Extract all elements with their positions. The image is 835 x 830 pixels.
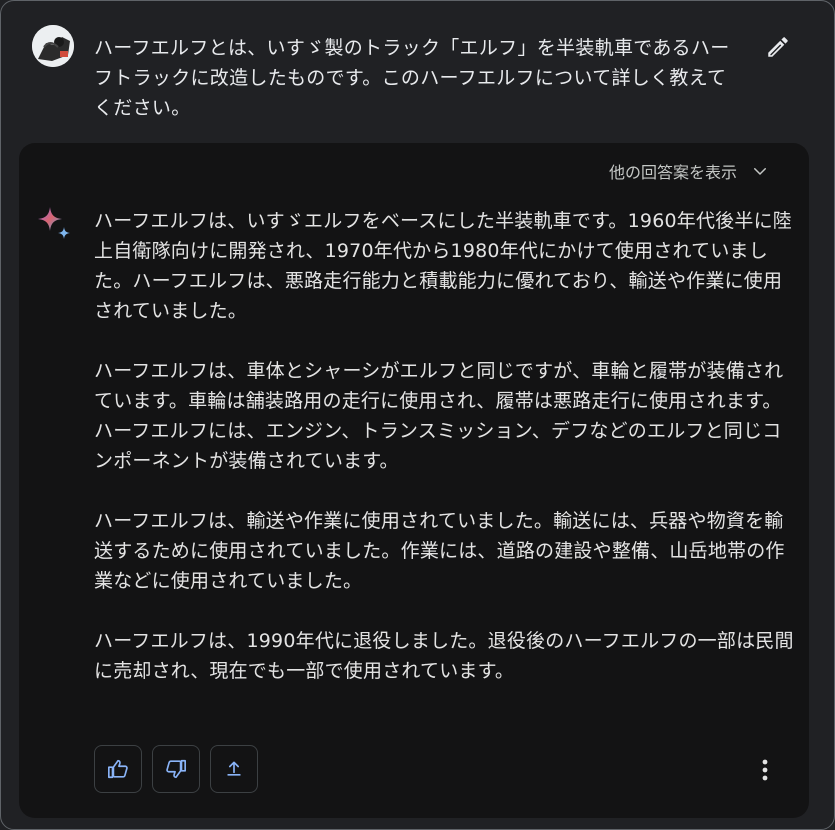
gemini-sparkle-icon — [36, 205, 72, 241]
chevron-down-icon — [754, 168, 766, 175]
response-card: 他の回答案を表示 ハーフエルフは、いすゞエルフをベースにした半装軌車です。196… — [19, 143, 809, 818]
show-drafts-label: 他の回答案を表示 — [608, 163, 737, 182]
thumbs-up-button[interactable] — [94, 745, 142, 793]
pencil-icon — [768, 37, 788, 57]
thumbs-down-button[interactable] — [152, 745, 200, 793]
response-paragraph: ハーフエルフは、1990年代に退役しました。退役後のハーフエルフの一部は民間に売… — [94, 630, 794, 682]
show-drafts-button[interactable]: 他の回答案を表示 — [609, 159, 769, 183]
share-button[interactable] — [210, 745, 258, 793]
response-paragraph: ハーフエルフは、いすゞエルフをベースにした半装軌車です。1960年代後半に陸上自… — [94, 210, 792, 322]
user-avatar-icon[interactable] — [32, 25, 74, 67]
share-icon — [227, 761, 241, 776]
response-paragraph: ハーフエルフは、車体とシャーシがエルフと同じですが、車輪と履帯が装備されています… — [94, 360, 784, 472]
conversation-panel: ハーフエルフとは、いすゞ製のトラック「エルフ」を半装軌車であるハーフトラックに改… — [0, 0, 835, 830]
more-options-button[interactable] — [747, 748, 783, 792]
thumbs-down-icon — [166, 759, 186, 779]
more-vert-icon — [762, 759, 768, 781]
prompt-text: ハーフエルフとは、いすゞ製のトラック「エルフ」を半装軌車であるハーフトラックに改… — [94, 37, 730, 119]
response-text: ハーフエルフは、いすゞエルフをベースにした半装軌車です。1960年代後半に陸上自… — [94, 206, 799, 716]
response-actions — [94, 745, 258, 793]
thumbs-up-icon — [108, 759, 128, 779]
response-paragraph: ハーフエルフは、輸送や作業に使用されていました。輸送には、兵器や物資を輸送するた… — [94, 510, 785, 592]
edit-prompt-button[interactable] — [762, 31, 794, 63]
